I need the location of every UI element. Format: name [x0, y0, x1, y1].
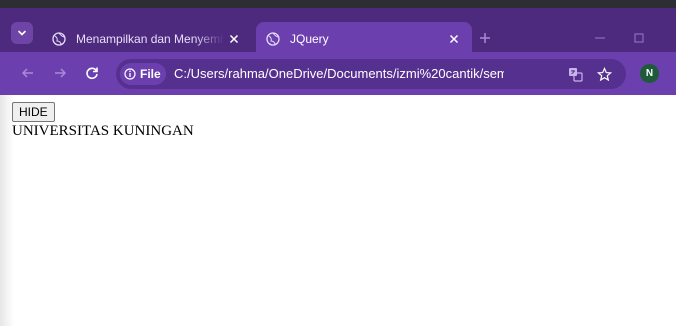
university-text: UNIVERSITAS KUNINGAN	[12, 123, 194, 139]
globe-icon	[266, 32, 280, 46]
address-bar[interactable]: File C:/Users/rahma/OneDrive/Documents/i…	[116, 59, 626, 89]
bookmark-button[interactable]	[596, 66, 612, 82]
url-text[interactable]: C:/Users/rahma/OneDrive/Documents/izmi%2…	[174, 59, 504, 89]
site-chip-label: File	[140, 67, 161, 81]
arrow-left-icon	[21, 68, 33, 78]
star-icon	[596, 66, 612, 81]
window-top-edge	[0, 0, 676, 8]
page-content: HIDE UNIVERSITAS KUNINGAN	[0, 95, 676, 326]
close-tab-button[interactable]	[224, 29, 244, 49]
globe-icon	[52, 32, 66, 46]
close-tab-button[interactable]	[444, 29, 464, 49]
hide-button[interactable]: HIDE	[12, 102, 55, 122]
translate-icon	[568, 67, 583, 82]
reload-button[interactable]	[83, 64, 101, 82]
close-icon	[229, 34, 239, 44]
browser-toolbar: File C:/Users/rahma/OneDrive/Documents/i…	[0, 52, 676, 95]
reload-icon	[86, 67, 98, 80]
info-icon	[124, 68, 136, 80]
maximize-icon	[634, 33, 644, 43]
maximize-button[interactable]	[631, 30, 647, 46]
back-button[interactable]	[19, 64, 37, 82]
tab-title: Menampilkan dan Menyembunyikan	[76, 32, 224, 46]
tab-menampilkan[interactable]: Menampilkan dan Menyembunyikan	[42, 22, 252, 56]
translate-button[interactable]	[567, 66, 583, 82]
plus-icon	[480, 33, 490, 43]
arrow-right-icon	[55, 68, 67, 78]
forward-button[interactable]	[51, 64, 69, 82]
tab-jquery[interactable]: JQuery	[256, 22, 472, 56]
profile-avatar[interactable]: N	[640, 64, 659, 83]
minimize-icon	[595, 37, 605, 39]
tab-search-button[interactable]	[11, 22, 33, 44]
close-icon	[449, 34, 459, 44]
chevron-down-icon	[18, 30, 26, 36]
tab-title: JQuery	[290, 32, 329, 46]
new-tab-button[interactable]	[477, 30, 493, 46]
site-info-chip[interactable]: File	[120, 63, 166, 85]
tab-bar: Menampilkan dan Menyembunyikan JQuery	[0, 8, 676, 56]
minimize-button[interactable]	[592, 30, 608, 46]
